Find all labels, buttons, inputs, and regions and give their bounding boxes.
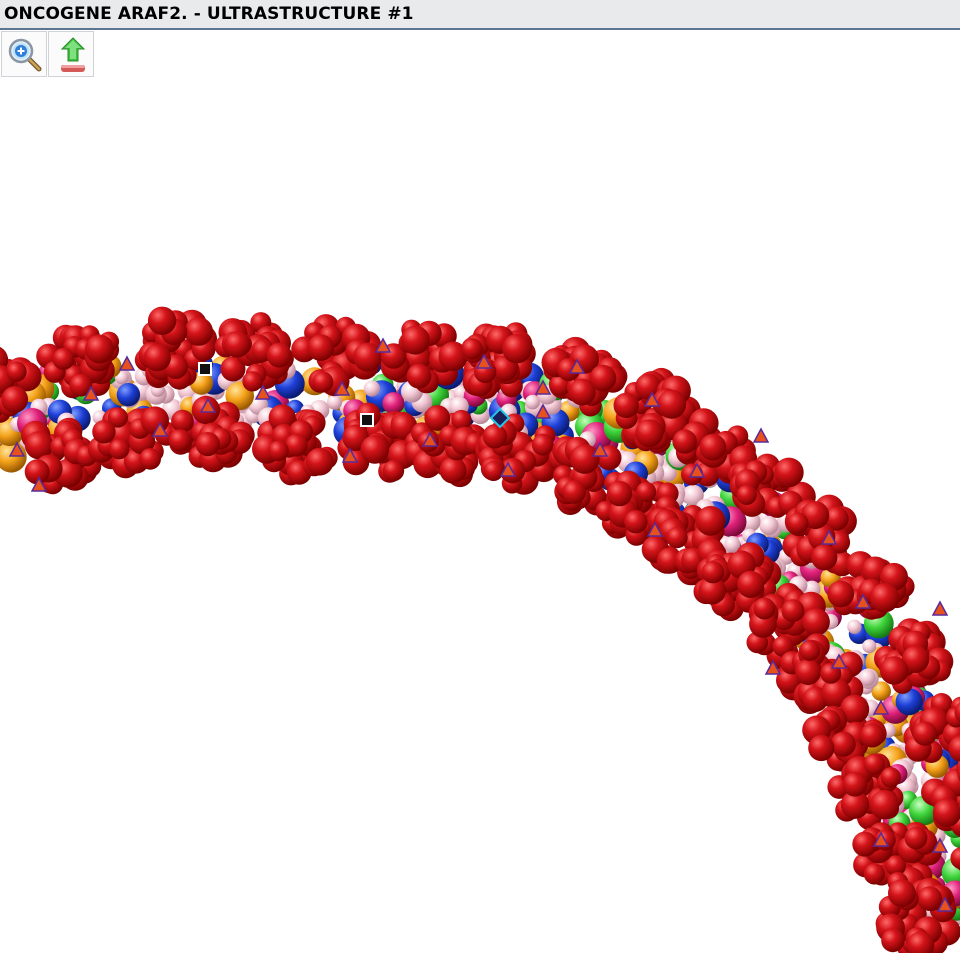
atom-sphere bbox=[400, 325, 430, 355]
atom-sphere bbox=[171, 409, 194, 433]
export-button[interactable] bbox=[48, 31, 94, 77]
atom-sphere bbox=[759, 515, 779, 536]
atom-sphere bbox=[912, 721, 937, 746]
atom-sphere bbox=[266, 342, 292, 368]
atom-sphere bbox=[461, 338, 483, 360]
atom-sphere bbox=[753, 597, 776, 620]
atom-sphere bbox=[904, 826, 928, 850]
atom-sphere bbox=[502, 333, 532, 364]
atom-sphere bbox=[808, 734, 835, 762]
atom-sphere bbox=[781, 599, 805, 623]
atom-sphere bbox=[562, 480, 586, 504]
atom-sphere bbox=[224, 331, 251, 358]
atom-sphere bbox=[353, 342, 383, 372]
atom-sphere bbox=[852, 831, 878, 857]
atom-sphere bbox=[613, 392, 639, 419]
atom-sphere bbox=[737, 570, 765, 599]
window-title: ONCOGENE ARAF2. - ULTRASTRUCTURE #1 bbox=[4, 4, 414, 24]
atom-sphere bbox=[168, 429, 192, 452]
atom-sphere bbox=[636, 481, 657, 502]
atom-sphere bbox=[736, 484, 757, 505]
atom-sphere bbox=[635, 419, 664, 448]
atom-sphere bbox=[657, 389, 687, 419]
atom-sphere bbox=[624, 510, 648, 534]
atom-sphere bbox=[881, 928, 905, 953]
atom-sphere bbox=[1, 386, 29, 413]
atom-sphere bbox=[360, 435, 390, 464]
atom-sphere bbox=[363, 380, 380, 397]
atom-sphere bbox=[482, 424, 508, 449]
atom-sphere bbox=[932, 798, 960, 827]
atom-sphere bbox=[116, 383, 141, 407]
atom-sphere bbox=[139, 448, 161, 470]
atom-sphere bbox=[305, 447, 334, 476]
atom-sphere bbox=[382, 392, 405, 415]
atom-sphere bbox=[666, 527, 688, 549]
atom-sphere bbox=[570, 444, 600, 474]
atom-sphere bbox=[406, 363, 432, 389]
atom-sphere bbox=[483, 460, 504, 481]
atom-sphere bbox=[85, 334, 114, 364]
atom-sphere bbox=[787, 512, 809, 534]
atom-sphere bbox=[52, 347, 75, 370]
atom-sphere bbox=[774, 457, 804, 488]
triangle-marker[interactable] bbox=[118, 355, 136, 371]
atom-sphere bbox=[326, 394, 343, 410]
atom-sphere bbox=[439, 456, 467, 484]
atom-sphere bbox=[143, 344, 171, 372]
atom-sphere bbox=[862, 639, 877, 654]
atom-sphere bbox=[108, 438, 130, 460]
atom-sphere bbox=[589, 364, 617, 392]
atom-sphere bbox=[827, 580, 855, 608]
atom-sphere bbox=[879, 656, 909, 685]
atom-sphere bbox=[847, 619, 862, 634]
molecule-viewer-window: ONCOGENE ARAF2. - ULTRASTRUCTURE #1 bbox=[0, 0, 960, 953]
atom-sphere bbox=[606, 480, 633, 507]
atom-sphere bbox=[799, 640, 821, 661]
molecule-viewport[interactable] bbox=[0, 80, 960, 953]
atom-sphere bbox=[195, 432, 220, 457]
atom-sphere bbox=[863, 863, 886, 885]
atom-sphere bbox=[830, 731, 856, 757]
atom-sphere bbox=[869, 790, 900, 820]
atom-sphere bbox=[842, 772, 868, 797]
atom-sphere bbox=[701, 561, 725, 584]
square-marker[interactable] bbox=[198, 362, 212, 376]
atom-sphere bbox=[147, 306, 177, 335]
atom-sphere bbox=[6, 361, 27, 382]
atom-sphere bbox=[869, 583, 900, 613]
atom-sphere bbox=[268, 440, 289, 462]
zoom-in-button[interactable] bbox=[1, 31, 47, 77]
triangle-marker[interactable] bbox=[752, 427, 770, 443]
atom-sphere bbox=[695, 506, 726, 536]
atom-sphere bbox=[863, 753, 886, 775]
square-marker[interactable] bbox=[360, 413, 374, 427]
atom-sphere bbox=[312, 371, 334, 393]
title-bar: ONCOGENE ARAF2. - ULTRASTRUCTURE #1 bbox=[0, 0, 960, 30]
atom-sphere bbox=[307, 334, 335, 362]
atom-sphere bbox=[917, 886, 943, 911]
atom-sphere bbox=[880, 767, 901, 788]
atom-sphere bbox=[802, 608, 830, 636]
atom-sphere bbox=[184, 317, 213, 346]
atom-sphere bbox=[860, 723, 885, 748]
dna-ultrastructure-render bbox=[0, 306, 960, 953]
triangle-marker[interactable] bbox=[931, 600, 949, 616]
magnifier-plus-icon bbox=[8, 38, 42, 72]
atom-sphere bbox=[382, 459, 405, 482]
upload-arrow-icon bbox=[60, 37, 86, 72]
atom-sphere bbox=[92, 420, 116, 444]
atom-sphere bbox=[811, 544, 838, 571]
atom-sphere bbox=[699, 433, 727, 461]
atom-sphere bbox=[672, 429, 697, 454]
atom-sphere bbox=[242, 371, 263, 392]
atom-sphere bbox=[795, 659, 821, 685]
atom-sphere bbox=[888, 879, 916, 908]
